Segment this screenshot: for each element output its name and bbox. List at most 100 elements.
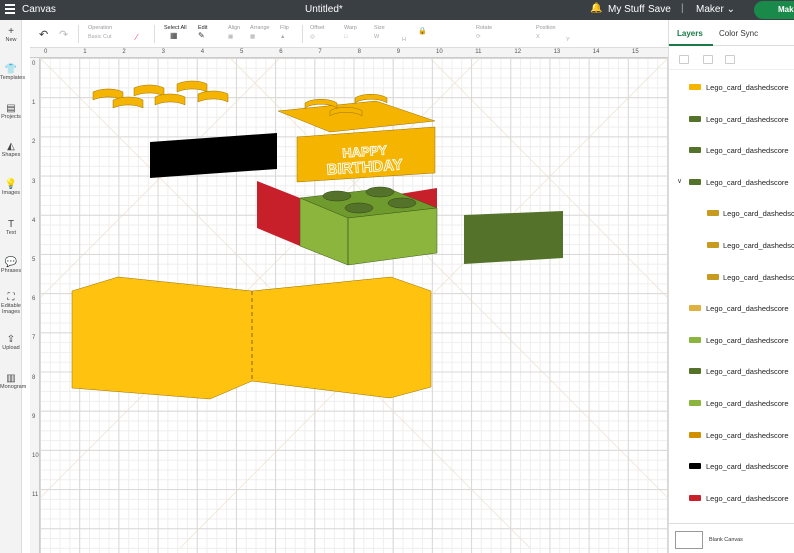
layer-name: Lego_card_dashedscore	[706, 493, 789, 503]
nav-monogram-label: Monogram	[0, 384, 27, 390]
layer-name: Lego_card_dashedscore	[706, 399, 789, 408]
lightbulb-icon: 💡	[4, 179, 18, 190]
size-controls[interactable]: Size W	[374, 25, 385, 40]
arrange-button[interactable]: Arrange ▩	[250, 25, 270, 40]
blank-canvas-row[interactable]: Blank Canvas	[669, 523, 794, 553]
nav-text[interactable]: T Text	[0, 219, 22, 236]
nav-monogram[interactable]: ▥ Monogram	[0, 373, 26, 390]
arrange-label: Arrange	[250, 25, 270, 31]
edit-toolbar: ↶ ↷ Operation Basic Cut ∕ Select All ▦ Edi…	[30, 20, 668, 48]
nav-upload[interactable]: ⇪ Upload	[0, 334, 22, 351]
layer-name: Lego_card_dashedscore	[706, 462, 789, 472]
rotate-label: Rotate	[476, 25, 493, 31]
design-objects: HAPPY BIRTHDAY	[39, 57, 668, 549]
document-title[interactable]: Untitled*	[305, 4, 343, 15]
warp-icon: □	[344, 34, 348, 40]
offset-label: Offset	[310, 25, 325, 31]
pen-icon: ✎	[198, 31, 205, 40]
layer-name: Lego_card_dashedscore	[706, 146, 789, 156]
warp-button[interactable]: Warp □	[344, 25, 357, 40]
redo-icon[interactable]: ↷	[59, 28, 68, 41]
layer-item[interactable]: Lego_card_dashedscore	[669, 451, 794, 482]
menu-icon[interactable]	[5, 4, 15, 14]
nav-projects[interactable]: ▤ Projects	[0, 103, 22, 120]
flip-button[interactable]: Flip ▲	[280, 25, 289, 40]
stud-piece[interactable]	[154, 93, 186, 106]
size-height-label: H	[402, 37, 406, 43]
stud-piece[interactable]	[176, 80, 208, 93]
red-side-left[interactable]	[257, 181, 300, 246]
lock-icon[interactable]: 🔒	[418, 27, 427, 35]
projects-icon: ▤	[6, 103, 16, 114]
rotate-control[interactable]: Rotate ⟳	[476, 25, 492, 40]
arrange-icon: ▩	[250, 34, 256, 40]
layer-thumbnail	[707, 210, 719, 217]
nav-text-label: Text	[5, 230, 17, 236]
tab-color-sync[interactable]: Color Sync	[719, 29, 758, 38]
editable-image-icon: ⛶	[7, 292, 15, 303]
layer-item[interactable]: ∨ Lego_card_dashedscore	[669, 167, 794, 198]
bell-icon[interactable]: 🔔	[590, 3, 602, 14]
save-button[interactable]: Save	[648, 4, 671, 15]
stud-piece[interactable]	[133, 84, 165, 97]
stud-piece[interactable]	[112, 96, 144, 109]
position-label: Position	[536, 25, 556, 31]
operation-value: Basic Cut	[88, 34, 112, 40]
layer-item[interactable]: Lego_card_dashedscore	[669, 356, 794, 387]
layer-item[interactable]: Lego_card_dashedscore	[669, 262, 794, 293]
select-all-button[interactable]: Select All ▦	[164, 25, 187, 40]
layer-item[interactable]: Lego_card_dashedscore	[669, 198, 794, 229]
layer-thumbnail	[689, 305, 701, 312]
nav-new[interactable]: + New	[0, 26, 22, 43]
layer-item[interactable]: Lego_card_dashedscore	[669, 325, 794, 356]
make-button[interactable]: Make	[754, 1, 794, 19]
layer-item[interactable]: Lego_card_dashedscore	[669, 104, 794, 135]
nav-phrases[interactable]: 💬 Phrases	[0, 257, 22, 274]
monogram-icon: ▥	[6, 373, 16, 384]
undo-icon[interactable]: ↶	[39, 28, 48, 41]
canvas[interactable]: 0 1 2 3 4 5 6 7 8 9 10 11 12 13 14 15 0 1 2 3 4 5 6 7 8 9 10 11	[30, 48, 668, 553]
operation-dropdown[interactable]: Operation Basic Cut	[88, 25, 112, 40]
position-controls[interactable]: Position X	[536, 25, 556, 40]
layer-item[interactable]: Lego_card_dashedscore	[669, 135, 794, 166]
nav-shapes-label: Shapes	[1, 152, 21, 158]
duplicate-icon[interactable]	[703, 55, 713, 64]
layer-name: Lego_card_dashedscore	[723, 241, 794, 250]
toolbar-divider	[154, 25, 155, 43]
nav-shapes[interactable]: ◭ Shapes	[0, 141, 22, 158]
my-stuff-link[interactable]: My Stuff	[608, 4, 645, 15]
blank-canvas-swatch[interactable]	[675, 531, 703, 549]
birthday-panel[interactable]: HAPPY BIRTHDAY	[296, 126, 436, 183]
layer-item[interactable]: Lego_card_dashedscore	[669, 230, 794, 261]
active-tab-indicator	[669, 44, 713, 46]
stud-piece[interactable]	[197, 90, 229, 103]
group-icon[interactable]	[679, 55, 689, 64]
top-bar: Canvas Untitled* 🔔 My Stuff Save | Maker…	[0, 0, 794, 20]
warp-label: Warp	[344, 25, 357, 31]
yellow-card-base[interactable]	[71, 276, 432, 400]
select-all-icon: ▦	[170, 31, 178, 40]
stud-pieces[interactable]	[92, 80, 229, 109]
dark-green-panel[interactable]	[464, 211, 563, 264]
nav-editable-images[interactable]: ⛶ Editable Images	[0, 292, 22, 315]
layer-item[interactable]: Lego_card_dashedscore	[669, 388, 794, 419]
delete-icon[interactable]	[725, 55, 735, 64]
layer-thumbnail	[689, 178, 701, 185]
layer-name: Lego_card_dashedscore	[706, 83, 789, 92]
shapes-icon: ◭	[7, 141, 15, 152]
size-width-label: W	[374, 34, 380, 40]
toolbar-divider	[302, 25, 303, 43]
nav-templates[interactable]: 👕 Templates	[0, 64, 25, 81]
layer-item[interactable]: Lego_card_dashedscore	[669, 72, 794, 103]
layer-item[interactable]: Lego_card_dashedscore	[669, 293, 794, 324]
nav-images[interactable]: 💡 Images	[0, 179, 22, 196]
chevron-down-icon[interactable]: ∨	[677, 177, 682, 185]
layer-item[interactable]: Lego_card_dashedscore	[669, 420, 794, 451]
align-button[interactable]: Align ▦	[228, 25, 240, 40]
layer-item[interactable]: Lego_card_dashedscore	[669, 483, 794, 514]
machine-selector[interactable]: Maker ⌄	[696, 4, 735, 15]
edit-button[interactable]: Edit ✎	[198, 25, 207, 40]
offset-button[interactable]: Offset ◎	[310, 25, 325, 40]
black-panel[interactable]	[150, 133, 277, 178]
tab-layers[interactable]: Layers	[677, 29, 703, 38]
